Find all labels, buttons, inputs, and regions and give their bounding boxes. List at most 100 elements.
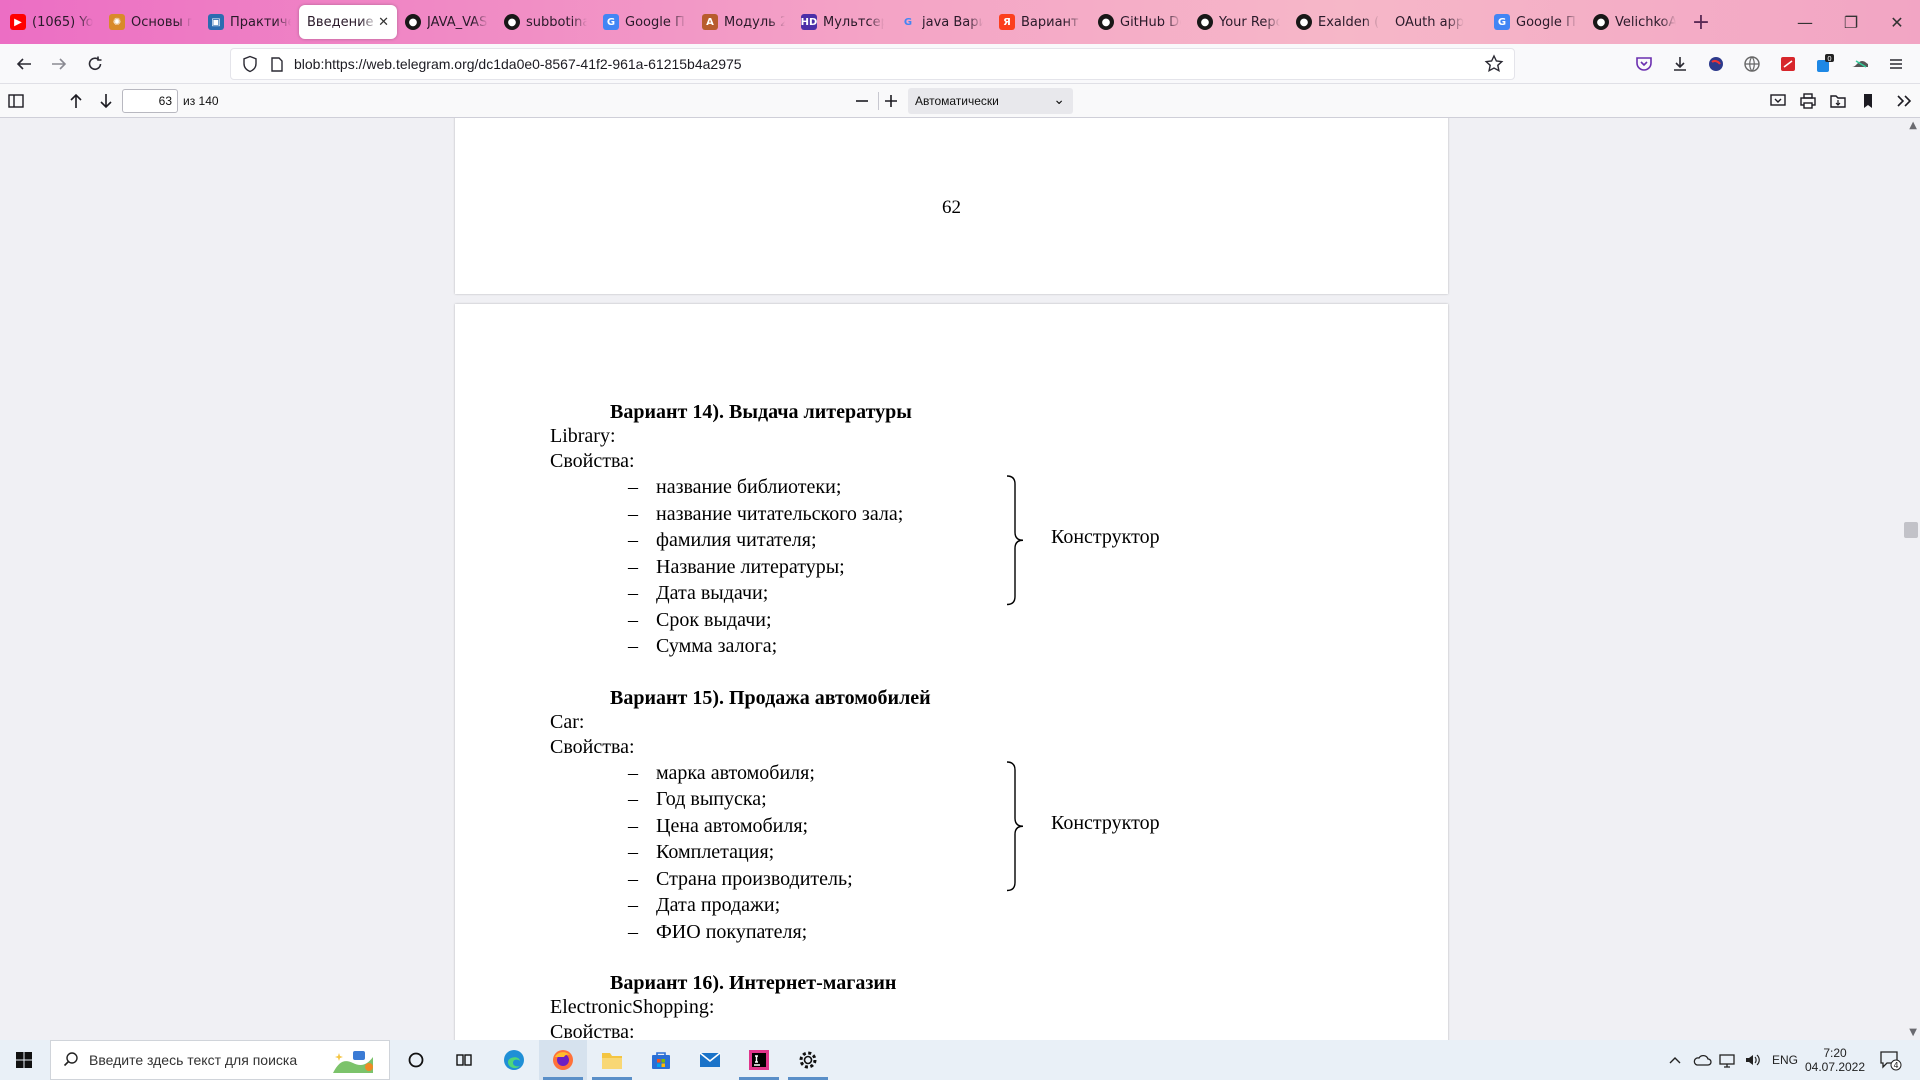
print-icon[interactable] bbox=[1794, 87, 1822, 115]
settings-gear-icon[interactable] bbox=[784, 1040, 832, 1080]
extension-globe-icon[interactable] bbox=[1702, 50, 1730, 78]
page-number-input[interactable]: 63 bbox=[122, 89, 178, 113]
notification-center-icon[interactable]: 4 bbox=[1878, 1040, 1902, 1080]
browser-tab[interactable]: G Google Переводчик bbox=[595, 5, 694, 39]
pdf-viewer[interactable]: 62 Вариант 14). Выдача литературы Library… bbox=[0, 118, 1920, 1040]
browser-tab[interactable]: ▣ Практические bbox=[200, 5, 299, 39]
clock[interactable]: 7:20 04.07.2022 bbox=[1804, 1040, 1866, 1080]
browser-tab[interactable]: ● VelichkoA bbox=[1585, 5, 1684, 39]
file-explorer-icon[interactable] bbox=[588, 1040, 636, 1080]
scrollbar[interactable]: ▲ ▼ bbox=[1904, 118, 1920, 1040]
back-arrow-icon[interactable] bbox=[10, 50, 38, 78]
tab-title: JAVA_VASE bbox=[427, 14, 488, 30]
property-item: – Срок выдачи; bbox=[628, 609, 772, 632]
restore-button[interactable]: ❐ bbox=[1828, 0, 1874, 44]
youtube-icon: ▶ bbox=[10, 14, 26, 30]
intellij-idea-icon[interactable] bbox=[735, 1040, 783, 1080]
show-hidden-icons-icon[interactable] bbox=[1668, 1040, 1682, 1080]
bookmark-star-icon[interactable] bbox=[1484, 54, 1504, 78]
forward-arrow-icon[interactable] bbox=[45, 50, 73, 78]
pdf-extension-icon[interactable] bbox=[1774, 50, 1802, 78]
microsoft-store-icon[interactable] bbox=[637, 1040, 685, 1080]
firefox-icon[interactable] bbox=[539, 1040, 587, 1080]
network-icon[interactable] bbox=[1718, 1040, 1736, 1080]
zoom-out-icon[interactable] bbox=[848, 87, 876, 115]
tab-title: subbotina bbox=[526, 14, 587, 30]
property-text: название читательского зала; bbox=[656, 502, 904, 525]
save-icon[interactable] bbox=[1824, 87, 1852, 115]
address-bar[interactable]: blob:https://web.telegram.org/dc1da0e0-8… bbox=[230, 48, 1515, 80]
next-page-icon[interactable] bbox=[92, 87, 120, 115]
reload-icon[interactable] bbox=[81, 50, 109, 78]
tab-title: Your Repositories bbox=[1219, 14, 1280, 30]
language-indicator[interactable]: ENG bbox=[1772, 1040, 1798, 1080]
url-text[interactable]: blob:https://web.telegram.org/dc1da0e0-8… bbox=[294, 56, 742, 72]
browser-tab[interactable]: OAuth app bbox=[1387, 5, 1486, 39]
extension-shoe-icon[interactable] bbox=[1846, 50, 1874, 78]
zoom-in-icon[interactable] bbox=[877, 87, 905, 115]
edge-icon[interactable] bbox=[490, 1040, 538, 1080]
browser-tab[interactable]: ● JAVA_VASE bbox=[397, 5, 496, 39]
github-icon: ● bbox=[405, 14, 421, 30]
browser-tab[interactable]: HD Мультсериал ВОСПРОИЗВЕ bbox=[793, 5, 892, 39]
presentation-mode-icon[interactable] bbox=[1764, 87, 1792, 115]
browser-tab[interactable]: Я Вариант 1 bbox=[991, 5, 1090, 39]
property-text: Сумма залога; bbox=[656, 635, 778, 657]
curly-brace bbox=[1006, 760, 1024, 891]
browser-tab[interactable]: ✺ Основы программирования bbox=[101, 5, 200, 39]
volume-icon[interactable] bbox=[1744, 1040, 1762, 1080]
scroll-thumb[interactable] bbox=[1904, 522, 1918, 538]
pdf-toolbar: 63 из 140 Автоматически ⌄ bbox=[0, 84, 1920, 118]
zoom-select[interactable]: Автоматически ⌄ bbox=[908, 88, 1073, 114]
list-dash: – bbox=[628, 920, 638, 943]
browser-tab[interactable]: ● Your Repositories bbox=[1189, 5, 1288, 39]
page-count-label: из 140 bbox=[183, 94, 219, 108]
scroll-up-arrow-icon[interactable]: ▲ bbox=[1909, 120, 1917, 131]
google-icon: G bbox=[903, 16, 913, 28]
property-text: Страна производитель; bbox=[656, 867, 853, 890]
browser-tab[interactable]: ▶ (1065) YouTube bbox=[2, 5, 101, 39]
github-icon: ● bbox=[1593, 14, 1609, 30]
pdf-page: 62 bbox=[455, 118, 1448, 294]
browser-tab[interactable]: A Модуль 2. bbox=[694, 5, 793, 39]
task-view-circle-icon[interactable] bbox=[392, 1040, 440, 1080]
scroll-down-arrow-icon[interactable]: ▼ bbox=[1909, 1027, 1917, 1038]
mail-icon[interactable] bbox=[686, 1040, 734, 1080]
more-tools-icon[interactable] bbox=[1890, 87, 1918, 115]
sidebar-toggle-icon[interactable] bbox=[2, 87, 30, 115]
browser-tab[interactable]: ● subbotina bbox=[496, 5, 595, 39]
list-dash: – bbox=[628, 894, 638, 916]
taskbar-search-box[interactable]: Введите здесь текст для поиска bbox=[50, 1040, 390, 1080]
list-dash: – bbox=[628, 788, 638, 810]
properties-label: Свойства: bbox=[550, 450, 635, 472]
property-text: марка автомобиля; bbox=[656, 761, 815, 784]
property-text: Название литературы; bbox=[656, 555, 845, 578]
menu-icon[interactable] bbox=[1882, 50, 1910, 78]
new-tab-button[interactable]: + bbox=[1684, 5, 1718, 39]
page-info-icon[interactable] bbox=[269, 55, 285, 77]
shield-icon[interactable] bbox=[241, 55, 259, 77]
chevron-down-icon: ⌄ bbox=[1053, 91, 1065, 107]
pocket-icon[interactable] bbox=[1630, 50, 1658, 78]
tab-close-icon[interactable]: ✕ bbox=[378, 15, 389, 30]
downloads-icon[interactable] bbox=[1666, 50, 1694, 78]
tab-title: Введение - ... bbox=[307, 14, 378, 30]
extension-badge-icon[interactable]: 0 bbox=[1810, 50, 1838, 78]
browser-tab[interactable]: G Google Переводчик bbox=[1486, 5, 1585, 39]
browser-tab[interactable]: Gjava Вариант bbox=[892, 5, 991, 39]
tab-title: GitHub Desktop bbox=[1120, 14, 1181, 30]
close-window-button[interactable]: ✕ bbox=[1874, 0, 1920, 44]
onedrive-cloud-icon[interactable] bbox=[1692, 1040, 1712, 1080]
task-view-icon[interactable] bbox=[440, 1040, 488, 1080]
bookmark-icon[interactable] bbox=[1854, 87, 1882, 115]
browser-tab[interactable]: ● Exalden (E bbox=[1288, 5, 1387, 39]
translate-extension-icon[interactable] bbox=[1738, 50, 1766, 78]
github-icon: ● bbox=[1197, 14, 1213, 30]
windows-start-icon[interactable] bbox=[0, 1040, 48, 1080]
clock-date: 04.07.2022 bbox=[1804, 1060, 1866, 1074]
property-item: – Страна производитель; bbox=[628, 868, 853, 891]
browser-tab[interactable]: ● GitHub Desktop bbox=[1090, 5, 1189, 39]
minimize-button[interactable]: — bbox=[1782, 0, 1828, 44]
previous-page-icon[interactable] bbox=[62, 87, 90, 115]
tab-active[interactable]: Введение - ...✕ bbox=[299, 5, 397, 39]
